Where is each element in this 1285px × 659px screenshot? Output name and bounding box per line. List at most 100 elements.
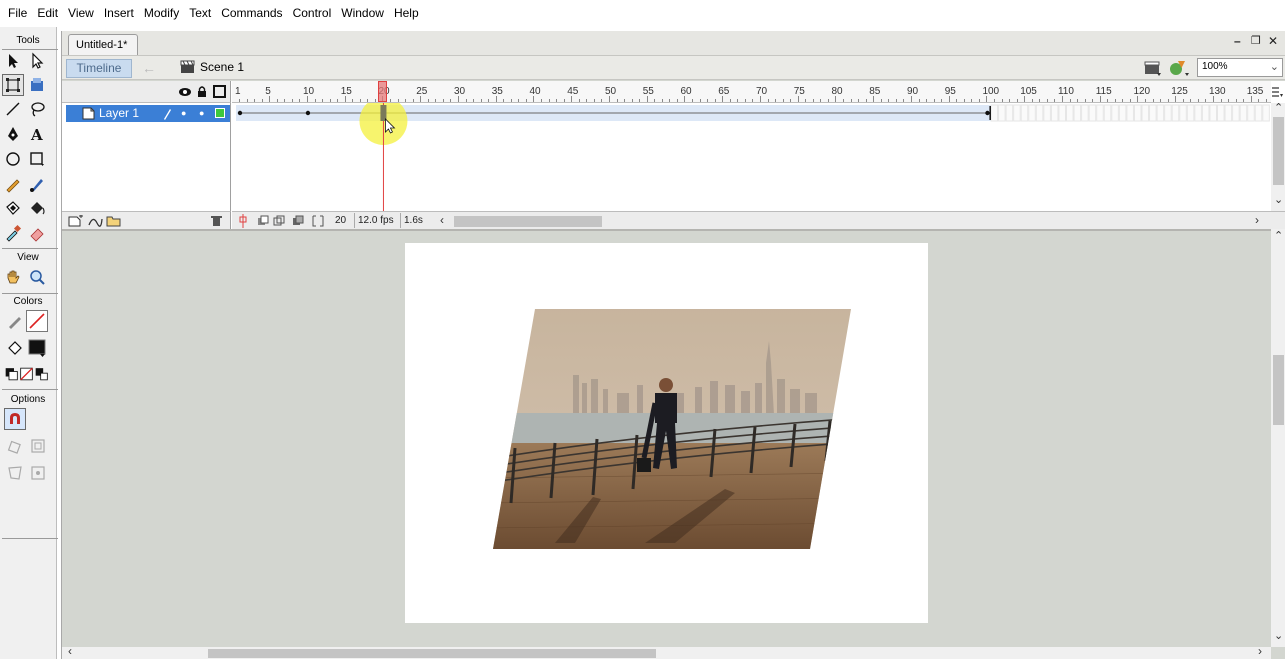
- empty-frame-cell: [990, 104, 999, 122]
- selection-tool-icon[interactable]: [2, 50, 24, 72]
- stage-vertical-scrollbar[interactable]: ⌃ ⌄: [1271, 229, 1285, 647]
- back-arrow-icon[interactable]: ←: [142, 60, 156, 76]
- lock-dot[interactable]: ●: [199, 105, 204, 122]
- subselection-tool-icon[interactable]: [26, 50, 48, 72]
- empty-frame-cell: [1005, 104, 1014, 122]
- menu-window[interactable]: Window: [336, 0, 389, 27]
- menu-help[interactable]: Help: [389, 0, 424, 27]
- close-icon[interactable]: ✕: [1268, 34, 1278, 48]
- eyedropper-tool-icon[interactable]: [2, 222, 24, 244]
- lasso-tool-icon[interactable]: [26, 98, 48, 120]
- insert-folder-icon[interactable]: [106, 214, 122, 227]
- brush-tool-icon[interactable]: [26, 173, 48, 195]
- stroke-color-icon[interactable]: [4, 310, 26, 332]
- playhead-marker[interactable]: [378, 81, 388, 102]
- rectangle-tool-icon[interactable]: [26, 148, 48, 170]
- stage-horizontal-scrollbar[interactable]: ‹ ›: [62, 644, 1271, 659]
- timeline-toggle-button[interactable]: Timeline: [66, 59, 132, 78]
- eye-icon[interactable]: [178, 86, 192, 98]
- stage[interactable]: [405, 243, 928, 623]
- distort-option-icon[interactable]: [4, 462, 26, 484]
- minimize-icon[interactable]: –: [1234, 34, 1241, 48]
- swap-colors-icon[interactable]: [34, 363, 49, 385]
- eraser-tool-icon[interactable]: [26, 222, 48, 244]
- ink-bottle-tool-icon[interactable]: [2, 197, 24, 219]
- scrollbar-thumb[interactable]: [208, 649, 656, 658]
- line-tool-icon[interactable]: [2, 98, 24, 120]
- outline-icon[interactable]: [213, 85, 226, 98]
- scroll-up-icon[interactable]: ⌃: [1274, 229, 1283, 242]
- text-tool-icon[interactable]: A: [26, 123, 48, 145]
- visibility-dot[interactable]: ●: [181, 105, 186, 122]
- onion-skin-outlines-icon[interactable]: [273, 215, 285, 227]
- delete-layer-icon[interactable]: [210, 214, 223, 227]
- scroll-right-icon[interactable]: ›: [1258, 644, 1262, 658]
- menu-insert[interactable]: Insert: [99, 0, 139, 27]
- modify-onion-markers-icon[interactable]: [312, 215, 324, 227]
- insert-layer-icon[interactable]: [68, 215, 84, 227]
- menu-edit[interactable]: Edit: [32, 0, 63, 27]
- scrollbar-thumb[interactable]: [1273, 355, 1284, 425]
- document-tab[interactable]: Untitled-1*: [68, 34, 138, 55]
- frame-view-menu-icon[interactable]: [1270, 85, 1284, 99]
- empty-frame-cell: [1254, 104, 1263, 122]
- scrollbar-thumb[interactable]: [1273, 117, 1284, 185]
- empty-frame-cell: [1035, 104, 1044, 122]
- black-white-icon[interactable]: [4, 363, 19, 385]
- empty-frame-cell: [1088, 104, 1097, 122]
- edit-symbols-icon[interactable]: [1169, 59, 1191, 77]
- stroke-color-swatch[interactable]: [26, 310, 48, 332]
- ruler-tick: [624, 99, 626, 102]
- scroll-down-icon[interactable]: ⌄: [1274, 193, 1283, 206]
- stage-pasteboard[interactable]: [62, 229, 1271, 647]
- edit-scene-icon[interactable]: [1143, 59, 1163, 77]
- skewed-photo[interactable]: [405, 243, 928, 623]
- menu-text[interactable]: Text: [184, 0, 216, 27]
- timeline-horizontal-scrollbar-thumb[interactable]: [454, 216, 602, 227]
- rotate-option-icon[interactable]: [4, 435, 26, 457]
- zoom-tool-icon[interactable]: [26, 266, 48, 288]
- lock-icon[interactable]: [196, 85, 208, 98]
- center-frame-icon[interactable]: [238, 214, 248, 228]
- outline-color-swatch[interactable]: [215, 108, 225, 118]
- menu-modify[interactable]: Modify: [139, 0, 184, 27]
- menu-file[interactable]: File: [3, 0, 32, 27]
- snap-magnet-icon[interactable]: [4, 408, 26, 430]
- menu-view[interactable]: View: [63, 0, 99, 27]
- scale-option-icon[interactable]: [27, 435, 49, 457]
- restore-icon[interactable]: ❐: [1251, 34, 1261, 47]
- gradient-transform-tool-icon[interactable]: [26, 74, 48, 96]
- ruler-number: 135: [1246, 86, 1264, 97]
- fill-color-swatch[interactable]: [26, 337, 48, 359]
- scroll-right-icon[interactable]: ›: [1255, 213, 1259, 227]
- onion-skin-icon[interactable]: [257, 215, 269, 227]
- frame-ruler[interactable]: 1510152025303540455055606570758085909510…: [232, 81, 1271, 103]
- scroll-up-icon[interactable]: ⌃: [1274, 101, 1283, 114]
- options-section-label: Options: [10, 394, 46, 405]
- no-color-icon[interactable]: [19, 363, 34, 385]
- zoom-select[interactable]: 100% ⌄: [1197, 58, 1283, 77]
- envelope-option-icon[interactable]: [27, 462, 49, 484]
- hand-tool-icon[interactable]: [2, 266, 24, 288]
- free-transform-tool-icon[interactable]: [2, 74, 24, 96]
- ruler-number: 15: [340, 86, 352, 97]
- menu-commands[interactable]: Commands: [216, 0, 287, 27]
- empty-frame-cell: [1164, 104, 1172, 122]
- pencil-tool-icon[interactable]: [2, 173, 24, 195]
- scene-breadcrumb[interactable]: Scene 1: [180, 60, 244, 74]
- scroll-down-icon[interactable]: ⌄: [1274, 629, 1283, 642]
- add-motion-guide-icon[interactable]: [87, 215, 103, 227]
- menu-control[interactable]: Control: [288, 0, 337, 27]
- edit-multiple-frames-icon[interactable]: [292, 215, 304, 227]
- paint-bucket-tool-icon[interactable]: [26, 197, 48, 219]
- fill-color-icon[interactable]: [4, 337, 26, 359]
- frame-grid[interactable]: [232, 103, 1271, 211]
- scroll-left-icon[interactable]: ‹: [68, 644, 72, 658]
- timeline-vertical-scrollbar[interactable]: ⌃ ⌄: [1271, 101, 1285, 211]
- pen-tool-icon[interactable]: [2, 123, 24, 145]
- ruler-tick: [1243, 99, 1245, 102]
- frame-rate[interactable]: 12.0 fps: [354, 213, 394, 228]
- layer-row[interactable]: Layer 1 ● ●: [66, 105, 230, 122]
- scroll-left-icon[interactable]: ‹: [440, 213, 444, 227]
- oval-tool-icon[interactable]: [2, 148, 24, 170]
